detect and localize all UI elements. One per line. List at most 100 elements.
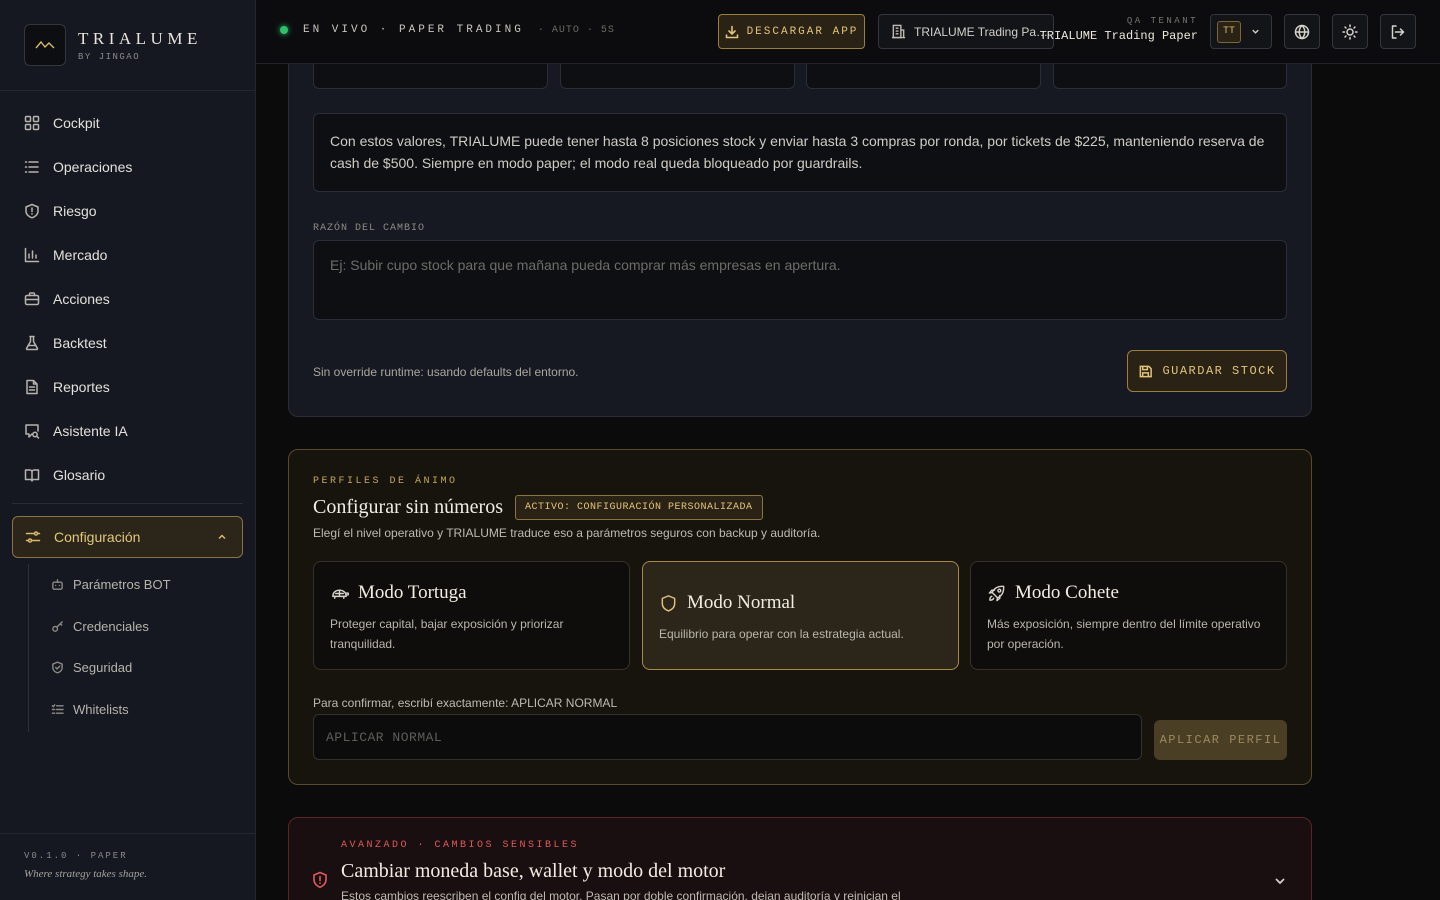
subnav-item-parametros-bot[interactable]: Parámetros BOT	[29, 564, 255, 606]
mode-name: Modo Cohete	[1015, 582, 1119, 603]
chevron-down-icon[interactable]	[1273, 874, 1287, 888]
stock-summary-text: Con estos valores, TRIALUME puede tener …	[313, 113, 1287, 192]
sidebar-item-label: Asistente IA	[53, 423, 128, 439]
sidebar-item-label: Cockpit	[53, 115, 100, 131]
runtime-hint: Sin override runtime: usando defaults de…	[313, 365, 579, 379]
sidebar-item-acciones[interactable]: Acciones	[0, 277, 255, 321]
tenant-selector-button[interactable]: TRIALUME Trading Pa…	[878, 14, 1054, 49]
subnav-item-whitelists[interactable]: Whitelists	[29, 689, 255, 731]
list-icon	[24, 161, 39, 173]
subnav-label: Parámetros BOT	[73, 577, 171, 593]
stock-param-card	[560, 64, 795, 89]
sidebar-nav: Cockpit Operaciones Riesgo Mercado Accio…	[0, 91, 255, 732]
checklist-icon	[51, 703, 64, 714]
shield-check-icon	[52, 661, 63, 674]
subnav-item-seguridad[interactable]: Seguridad	[29, 647, 255, 689]
sidebar-item-riesgo[interactable]: Riesgo	[0, 189, 255, 233]
download-app-button[interactable]: DESCARGAR APP	[718, 14, 865, 49]
building-icon	[891, 24, 906, 39]
sidebar-item-reportes[interactable]: Reportes	[0, 365, 255, 409]
mode-description: Equilibrio para operar con la estrategia…	[659, 627, 904, 641]
nav-divider	[12, 503, 243, 504]
sidebar-item-glosario[interactable]: Glosario	[0, 453, 255, 497]
mood-profiles-card: PERFILES DE ÁNIMO Configurar sin números…	[288, 449, 1312, 785]
brand-name: TRIALUME	[78, 28, 202, 48]
mood-title: Configurar sin números	[313, 496, 503, 518]
mode-card-cohete[interactable]: Modo Cohete Más exposición, siempre dent…	[970, 561, 1287, 670]
logout-button[interactable]	[1380, 14, 1416, 49]
bot-icon	[52, 579, 63, 591]
sidebar-item-cockpit[interactable]: Cockpit	[0, 101, 255, 145]
theme-toggle-button[interactable]	[1332, 14, 1368, 49]
rocket-icon	[988, 585, 1005, 601]
sidebar-item-operaciones[interactable]: Operaciones	[0, 145, 255, 189]
brand[interactable]: TRIALUME BY JINGAO	[0, 0, 255, 91]
key-icon	[52, 620, 63, 632]
book-icon	[24, 469, 40, 482]
active-profile-badge: ACTIVO: CONFIGURACIÓN PERSONALIZADA	[515, 495, 763, 520]
subnav-label: Whitelists	[73, 701, 129, 717]
mode-name: Modo Normal	[687, 592, 796, 613]
live-status: EN VIVO · PAPER TRADING · AUTO · 5S	[280, 24, 615, 36]
save-stock-label: GUARDAR STOCK	[1162, 364, 1276, 378]
tenant-selector-label: TRIALUME Trading Pa…	[914, 24, 1049, 39]
sidebar-item-label: Mercado	[53, 247, 108, 263]
reason-label: RAZÓN DEL CAMBIO	[313, 223, 426, 234]
subnav-item-credenciales[interactable]: Credenciales	[29, 606, 255, 648]
sliders-icon	[25, 531, 41, 543]
grid-icon	[24, 115, 40, 131]
user-menu-button[interactable]: TT	[1210, 14, 1272, 49]
mode-description: Proteger capital, bajar exposición y pri…	[330, 617, 564, 651]
mode-name: Modo Tortuga	[358, 582, 467, 603]
stock-param-card	[313, 64, 548, 89]
briefcase-icon	[24, 292, 40, 306]
shield-icon	[661, 594, 676, 612]
sidebar-item-label: Acciones	[53, 291, 110, 307]
save-stock-button[interactable]: GUARDAR STOCK	[1127, 350, 1287, 392]
brand-logo-icon	[24, 24, 66, 66]
turtle-icon	[332, 588, 349, 599]
shield-alert-icon	[25, 203, 39, 219]
mood-subtitle: Elegí el nivel operativo y TRIALUME trad…	[313, 526, 821, 540]
brand-sub: BY JINGAO	[78, 51, 141, 62]
message-search-icon	[25, 424, 40, 439]
chevron-down-icon	[1252, 29, 1259, 34]
mode-card-normal[interactable]: Modo Normal Equilibrio para operar con l…	[642, 561, 959, 670]
download-icon	[725, 25, 738, 38]
save-icon	[1140, 365, 1153, 377]
advanced-kicker: AVANZADO · CAMBIOS SENSIBLES	[341, 840, 580, 851]
live-status-text: EN VIVO · PAPER TRADING	[303, 24, 524, 36]
chevron-up-icon	[218, 534, 226, 540]
main-content: Con estos valores, TRIALUME puede tener …	[256, 64, 1440, 900]
language-button[interactable]	[1284, 14, 1320, 49]
globe-icon	[1294, 24, 1310, 39]
config-subnav: Parámetros BOT Credenciales Seguridad Wh…	[28, 564, 255, 732]
sidebar-item-label: Configuración	[54, 529, 141, 545]
app-tagline: Where strategy takes shape.	[24, 868, 148, 880]
sidebar-item-label: Operaciones	[53, 159, 133, 175]
sidebar-item-asistente-ia[interactable]: Asistente IA	[0, 409, 255, 453]
avatar: TT	[1217, 20, 1241, 43]
sidebar-item-mercado[interactable]: Mercado	[0, 233, 255, 277]
live-dot-icon	[280, 26, 288, 34]
qa-tenant-name: TRIALUME Trading Paper	[1039, 29, 1198, 43]
logout-icon	[1391, 24, 1405, 39]
sidebar-item-label: Reportes	[53, 379, 110, 395]
advanced-subtitle: Estos cambios reescriben el config del m…	[341, 889, 901, 900]
flask-icon	[25, 335, 39, 351]
advanced-settings-card[interactable]: AVANZADO · CAMBIOS SENSIBLES Cambiar mon…	[288, 817, 1312, 900]
sun-icon	[1342, 23, 1358, 40]
bar-chart-icon	[24, 247, 40, 263]
reason-textarea[interactable]: Ej: Subir cupo stock para que mañana pue…	[313, 240, 1287, 320]
mode-card-tortuga[interactable]: Modo Tortuga Proteger capital, bajar exp…	[313, 561, 630, 670]
mode-description: Más exposición, siempre dentro del límit…	[987, 617, 1261, 651]
confirm-input[interactable]: APLICAR NORMAL	[313, 714, 1142, 760]
app-version: V0.1.0 · PAPER	[24, 851, 128, 861]
sidebar-item-label: Backtest	[53, 335, 107, 351]
sidebar-footer: V0.1.0 · PAPER Where strategy takes shap…	[0, 833, 255, 900]
document-icon	[26, 379, 38, 395]
sidebar-item-configuracion[interactable]: Configuración	[12, 516, 243, 558]
stock-param-card	[806, 64, 1041, 89]
sidebar-item-backtest[interactable]: Backtest	[0, 321, 255, 365]
apply-profile-button[interactable]: APLICAR PERFIL	[1154, 720, 1287, 760]
